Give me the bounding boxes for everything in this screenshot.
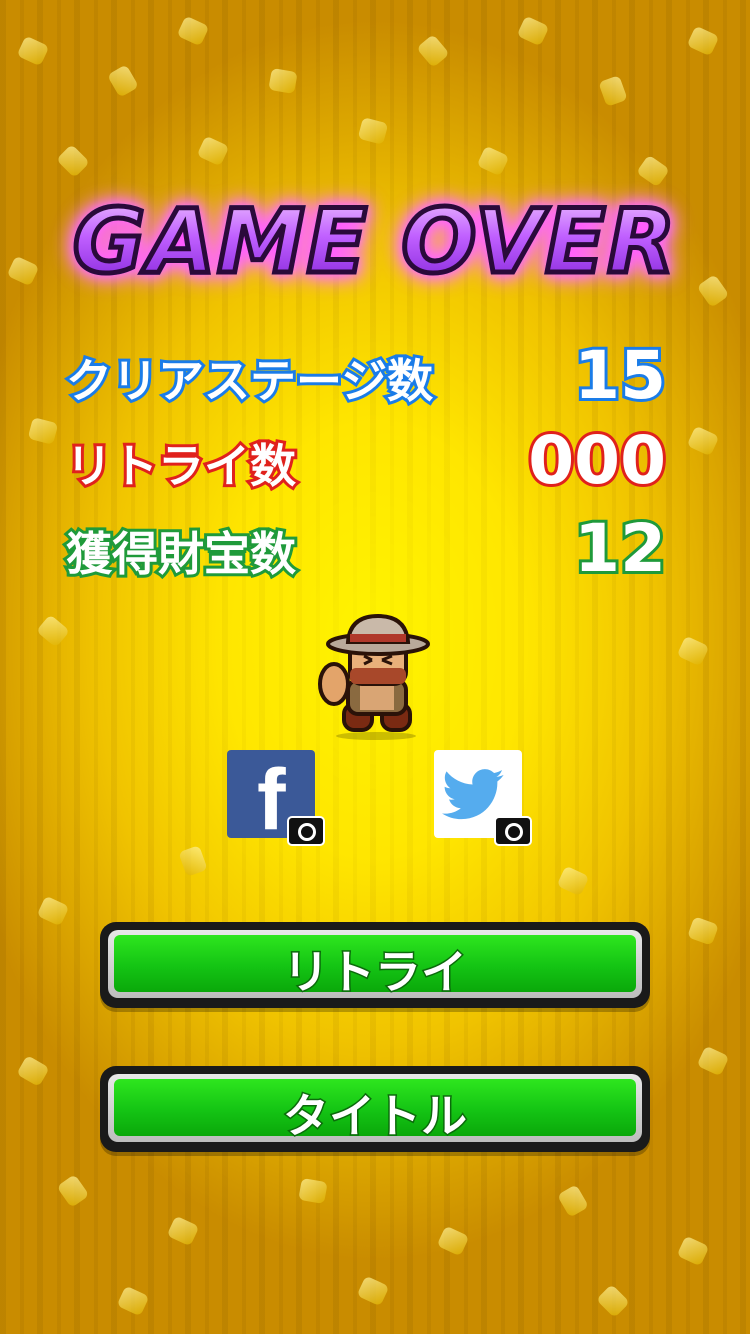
retry-count-value: 000 [525,419,669,502]
camera-icon [287,816,325,846]
retry-button[interactable]: リトライ [100,922,650,1008]
facebook-icon: f [257,752,286,848]
explorer-character [318,613,430,740]
game-over-title: GAME OVER [0,188,750,296]
clear-stage-count-row: クリアステージ数 15 [63,334,669,425]
clear-stage-count-label: クリアステージ数 [63,351,436,411]
title-button[interactable]: タイトル [100,1066,650,1152]
clear-stage-count-value: 15 [571,334,669,417]
treasure-count-label: 獲得財宝数 [63,524,299,584]
treasure-count-row: 獲得財宝数 12 [63,507,669,598]
retry-button-label: リトライ [282,944,469,1001]
treasure-count-value: 12 [571,507,669,590]
facebook-share-button[interactable]: f [227,750,325,846]
retry-count-row: リトライ数 000 [63,419,669,510]
camera-icon [494,816,532,846]
retry-count-label: リトライ数 [63,436,299,496]
title-button-label: タイトル [282,1088,469,1145]
twitter-share-button[interactable] [434,750,532,846]
